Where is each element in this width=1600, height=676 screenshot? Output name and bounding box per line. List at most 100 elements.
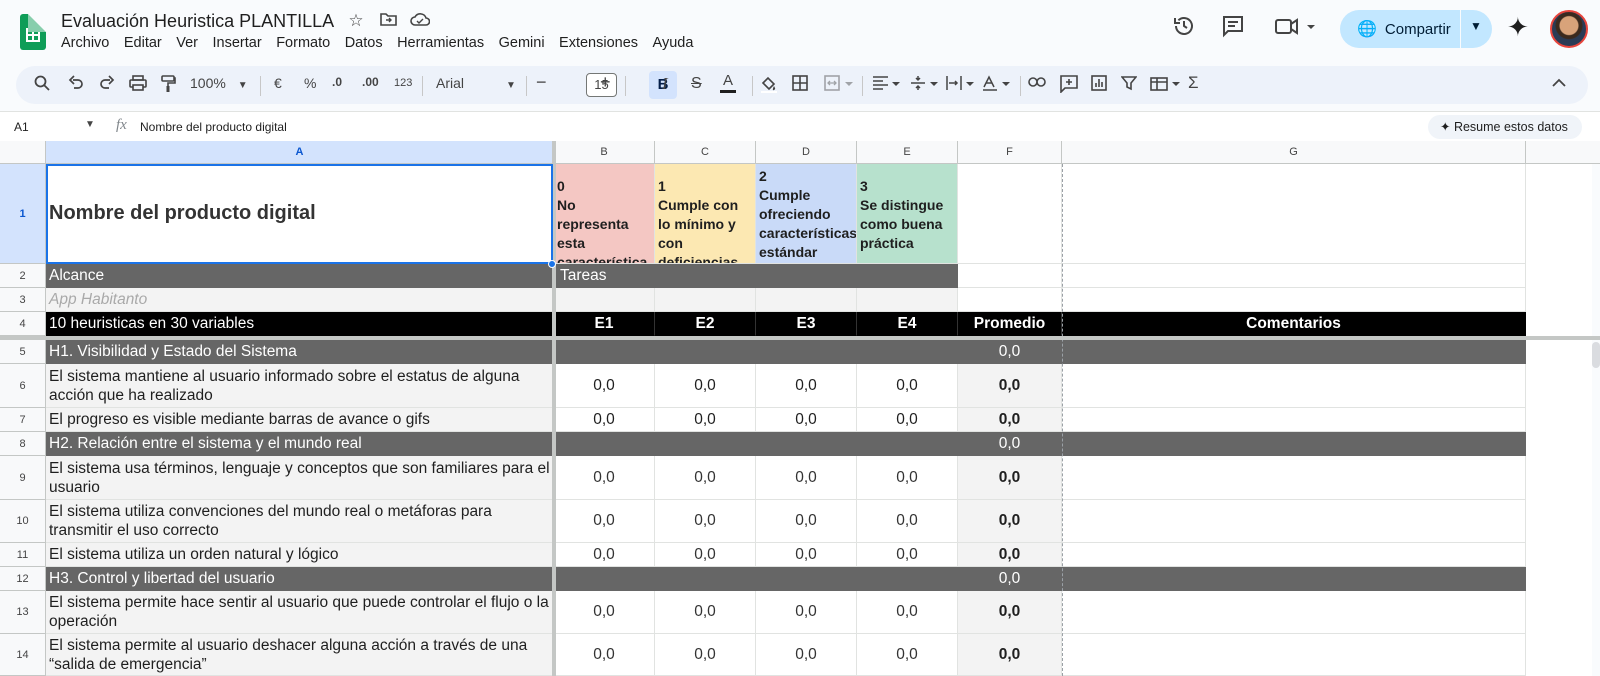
cell-f8[interactable]: 0,0 <box>958 432 1062 456</box>
cell-f12[interactable]: 0,0 <box>958 567 1062 591</box>
share-dropdown-icon[interactable]: ▼ <box>1470 19 1482 33</box>
cell-e4[interactable]: E4 <box>857 312 958 336</box>
text-rotation-icon[interactable] <box>982 75 1010 95</box>
cell-d7[interactable]: 0,0 <box>756 408 857 432</box>
row-header-8[interactable]: 8 <box>0 432 46 456</box>
column-header-f[interactable]: F <box>958 141 1062 164</box>
cell-b7[interactable]: 0,0 <box>554 408 655 432</box>
cell-d10[interactable]: 0,0 <box>756 500 857 543</box>
cell-e13[interactable]: 0,0 <box>857 591 958 634</box>
cell-f1[interactable] <box>958 164 1062 264</box>
menu-ayuda[interactable]: Ayuda <box>653 35 694 51</box>
zoom-select[interactable]: 100% ▼ <box>190 75 248 91</box>
collapse-toolbar-icon[interactable] <box>1552 75 1566 91</box>
cell-b1[interactable]: 0 No representa esta característica <box>554 164 655 264</box>
document-title[interactable]: Evaluación Heuristica PLANTILLA <box>61 11 334 32</box>
cell-e10[interactable]: 0,0 <box>857 500 958 543</box>
text-color-button[interactable]: A <box>720 72 737 93</box>
cell-c14[interactable]: 0,0 <box>655 634 756 676</box>
cell-c7[interactable]: 0,0 <box>655 408 756 432</box>
frozen-column-divider[interactable] <box>552 141 556 676</box>
column-header-c[interactable]: C <box>655 141 756 164</box>
cell-a4[interactable]: 10 heuristicas en 30 variables <box>46 312 554 336</box>
cell-f9[interactable]: 0,0 <box>958 456 1062 500</box>
cell-e6[interactable]: 0,0 <box>857 364 958 408</box>
cell-g6[interactable] <box>1062 364 1526 408</box>
cell-c13[interactable]: 0,0 <box>655 591 756 634</box>
select-all-corner[interactable] <box>0 141 46 164</box>
cell-g5[interactable] <box>1062 340 1526 364</box>
cell-b6[interactable]: 0,0 <box>554 364 655 408</box>
cell-a12[interactable]: H3. Control y libertad del usuario <box>46 567 554 591</box>
cell-a9[interactable]: El sistema usa términos, lenguaje y conc… <box>46 456 554 500</box>
cell-b4[interactable]: E1 <box>554 312 655 336</box>
cell-f11[interactable]: 0,0 <box>958 543 1062 567</box>
column-header-g[interactable]: G <box>1062 141 1526 164</box>
italic-button[interactable]: I <box>662 74 668 94</box>
cell-e1[interactable]: 3 Se distingue como buena práctica <box>857 164 958 264</box>
font-select[interactable]: Arial ▼ <box>436 75 516 91</box>
increase-decimal-button[interactable]: .00 <box>362 75 379 89</box>
fill-color-icon[interactable] <box>760 75 778 97</box>
meet-icon[interactable] <box>1275 14 1317 44</box>
cell-b11[interactable]: 0,0 <box>554 543 655 567</box>
star-icon[interactable]: ☆ <box>344 11 368 31</box>
borders-icon[interactable] <box>792 75 808 95</box>
cell-c4[interactable]: E2 <box>655 312 756 336</box>
row-header-10[interactable]: 10 <box>0 500 46 543</box>
cell-e14[interactable]: 0,0 <box>857 634 958 676</box>
cell-g10[interactable] <box>1062 500 1526 543</box>
formula-input[interactable]: Nombre del producto digital <box>140 120 287 134</box>
decrease-font-size-button[interactable]: − <box>536 72 547 93</box>
cell-d6[interactable]: 0,0 <box>756 364 857 408</box>
cell-c10[interactable]: 0,0 <box>655 500 756 543</box>
percent-format-button[interactable]: % <box>304 75 316 91</box>
version-history-icon[interactable] <box>1172 14 1196 44</box>
move-folder-icon[interactable] <box>376 11 400 31</box>
cell-d11[interactable]: 0,0 <box>756 543 857 567</box>
cell-b10[interactable]: 0,0 <box>554 500 655 543</box>
row-header-4[interactable]: 4 <box>0 312 46 336</box>
row-header-13[interactable]: 13 <box>0 591 46 634</box>
cell-a6[interactable]: El sistema mantiene al usuario informado… <box>46 364 554 408</box>
comments-icon[interactable] <box>1221 14 1245 44</box>
cell-g4[interactable]: Comentarios <box>1062 312 1526 336</box>
row-header-6[interactable]: 6 <box>0 364 46 408</box>
name-box[interactable]: A1 <box>14 120 29 134</box>
cell-d4[interactable]: E3 <box>756 312 857 336</box>
row-header-11[interactable]: 11 <box>0 543 46 567</box>
menu-gemini[interactable]: Gemini <box>499 35 545 51</box>
row-header-1[interactable]: 1 <box>0 164 46 264</box>
cell-a8[interactable]: H2. Relación entre el sistema y el mundo… <box>46 432 554 456</box>
cell-g7[interactable] <box>1062 408 1526 432</box>
text-wrap-icon[interactable] <box>946 75 974 95</box>
column-header-b[interactable]: B <box>554 141 655 164</box>
cell-a10[interactable]: El sistema utiliza convenciones del mund… <box>46 500 554 543</box>
cell-e7[interactable]: 0,0 <box>857 408 958 432</box>
cell-c6[interactable]: 0,0 <box>655 364 756 408</box>
cell-f13[interactable]: 0,0 <box>958 591 1062 634</box>
cell-a5[interactable]: H1. Visibilidad y Estado del Sistema <box>46 340 554 364</box>
cell-g3[interactable] <box>1062 288 1526 312</box>
sheets-logo-icon[interactable] <box>20 14 46 50</box>
cell-g12[interactable] <box>1062 567 1526 591</box>
cell-c9[interactable]: 0,0 <box>655 456 756 500</box>
cell-e9[interactable]: 0,0 <box>857 456 958 500</box>
summarize-data-button[interactable]: ✦ Resume estos datos <box>1428 115 1582 139</box>
cell-b9[interactable]: 0,0 <box>554 456 655 500</box>
row-header-2[interactable]: 2 <box>0 264 46 288</box>
menu-ver[interactable]: Ver <box>176 35 198 51</box>
search-menus-icon[interactable] <box>34 75 50 95</box>
cell-d1[interactable]: 2 Cumple ofreciendo características está… <box>756 164 857 264</box>
fill-handle[interactable] <box>548 260 556 268</box>
cell-g8[interactable] <box>1062 432 1526 456</box>
cell-g14[interactable] <box>1062 634 1526 676</box>
column-header-d[interactable]: D <box>756 141 857 164</box>
undo-icon[interactable] <box>68 75 84 95</box>
cell-c3[interactable] <box>655 288 756 312</box>
row-header-3[interactable]: 3 <box>0 288 46 312</box>
menu-insertar[interactable]: Insertar <box>213 35 262 51</box>
cell-c1[interactable]: 1 Cumple con lo mínimo y con deficiencia… <box>655 164 756 264</box>
cell-a1[interactable]: Nombre del producto digital <box>46 164 554 264</box>
currency-format-button[interactable]: € <box>274 75 282 91</box>
